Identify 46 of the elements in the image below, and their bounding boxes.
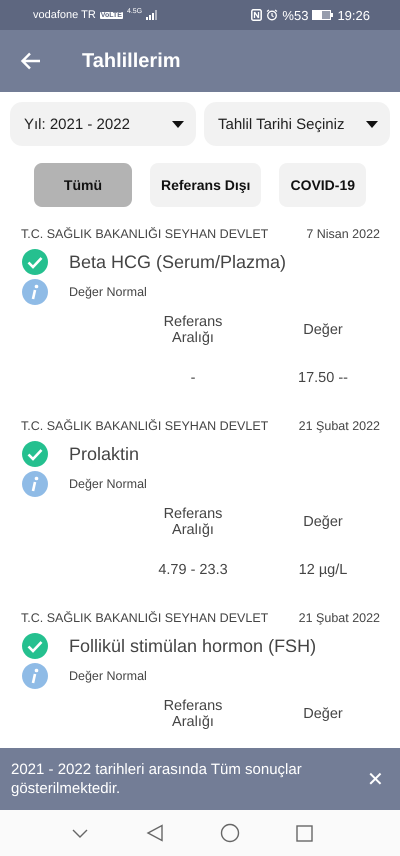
screen-title: Tahlillerim <box>82 50 181 72</box>
info-icon <box>21 470 49 498</box>
nfc-icon <box>251 9 262 21</box>
result-value: 17.50 -- <box>297 370 349 386</box>
carrier-name: vodafone TR <box>33 9 96 21</box>
column-header: Değer <box>302 514 344 530</box>
test-name: Beta HCG (Serum/Plazma) <box>69 252 286 272</box>
institution-name: T.C. SAĞLIK BAKANLIĞI SEYHAN DEVLET <box>21 611 268 625</box>
caret-icon <box>366 120 378 128</box>
info-icon <box>21 662 49 690</box>
check-icon <box>21 248 49 276</box>
battery-percent: %53 <box>282 8 308 22</box>
info-icon <box>21 278 49 306</box>
column-header: Değer <box>302 706 344 722</box>
test-name: Follikül stimülan hormon (FSH) <box>69 636 316 656</box>
result-date: 21 Şubat 2022 <box>298 419 380 433</box>
range-value: 4.79 - 23.3 <box>157 562 229 578</box>
filter-tab[interactable]: Tümü <box>34 163 132 207</box>
status-text: Değer Normal <box>69 669 147 683</box>
column-header: Değer <box>302 322 344 338</box>
status-text: Değer Normal <box>69 285 147 299</box>
caret-icon <box>172 120 184 128</box>
range-value: - <box>190 370 196 386</box>
result-date: 7 Nisan 2022 <box>306 227 380 241</box>
institution-name: T.C. SAĞLIK BAKANLIĞI SEYHAN DEVLET <box>21 227 268 241</box>
check-icon <box>21 632 49 660</box>
dropdown[interactable]: Tahlil Tarihi Seçiniz <box>204 102 390 146</box>
check-icon <box>21 440 49 468</box>
column-header: Referans Aralığı <box>162 698 224 730</box>
filter-tab[interactable]: COVID-19 <box>279 163 366 207</box>
result-date: 21 Şubat 2022 <box>298 611 380 625</box>
status-text: Değer Normal <box>69 477 147 491</box>
alarm-icon <box>266 9 278 21</box>
clock-time: 19:26 <box>337 8 370 22</box>
column-header: Referans Aralığı <box>162 506 224 538</box>
test-name: Prolaktin <box>69 444 140 464</box>
dropdown[interactable]: Yıl: 2021 - 2022 <box>10 102 196 146</box>
result-value: 12 µg/L <box>298 562 348 578</box>
back-button[interactable] <box>20 52 42 70</box>
filter-tab[interactable]: Referans Dışı <box>150 163 262 207</box>
column-header: Referans Aralığı <box>162 314 224 346</box>
signal-icon <box>146 10 158 20</box>
close-button[interactable]: ✕ <box>365 766 386 792</box>
institution-name: T.C. SAĞLIK BAKANLIĞI SEYHAN DEVLET <box>21 419 268 433</box>
battery-icon <box>312 10 334 20</box>
snackbar-message: 2021 - 2022 tarihleri arasında Tüm sonuçlar gösterilmektedir. <box>11 760 303 798</box>
